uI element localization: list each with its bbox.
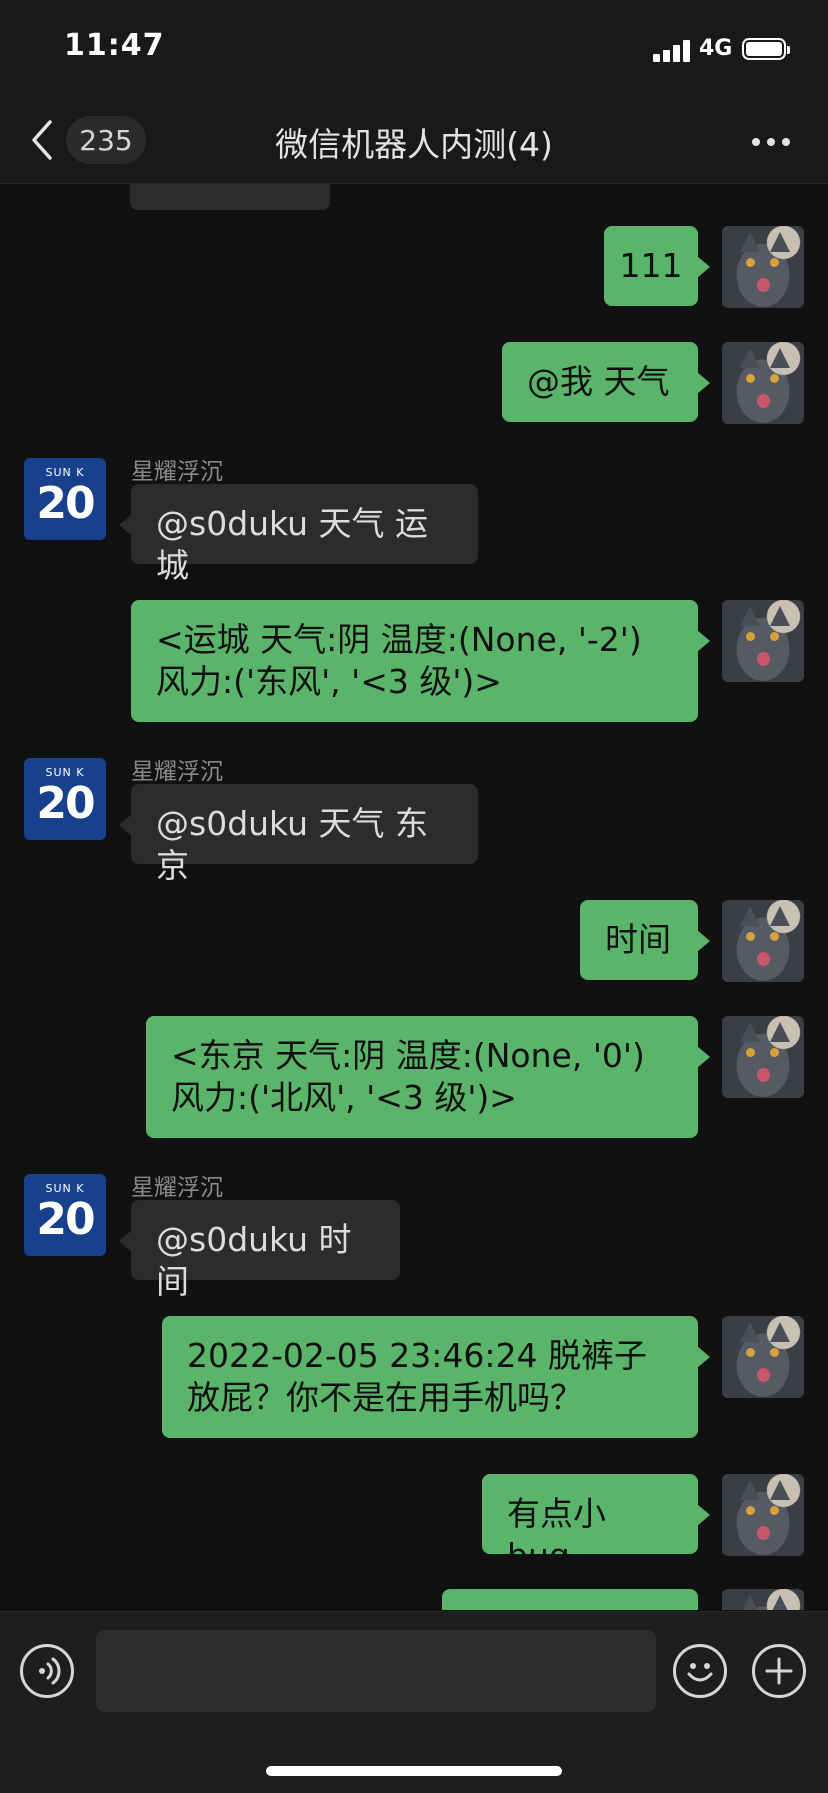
message-list[interactable]: 111 @我 天气 SUN K 20 星耀浮沉 @s0duku 天气 运城 <运… (0, 184, 828, 1610)
input-bar (0, 1611, 828, 1793)
my-avatar[interactable] (722, 1316, 804, 1398)
contact-avatar[interactable]: SUN K 20 (24, 458, 106, 540)
my-avatar[interactable] (722, 1474, 804, 1556)
chat-title: 微信机器人内测(4) (275, 125, 553, 164)
message-bubble-partial (442, 1589, 698, 1610)
unread-count-badge[interactable]: 235 (66, 116, 146, 164)
message-bubble-mine[interactable]: @我 天气 (502, 342, 710, 422)
message-bubble-mine[interactable]: 时间 (580, 900, 710, 980)
message-bubble-mine[interactable]: 111 (604, 226, 710, 306)
voice-icon[interactable] (20, 1644, 74, 1698)
more-dots-icon[interactable] (748, 126, 794, 156)
message-bubble-mine[interactable]: <运城 天气:阴 温度:(None, '-2') 风力:('东风', '<3 级… (131, 600, 710, 722)
message-bubble-other[interactable]: @s0duku 时间 (119, 1200, 400, 1301)
my-avatar[interactable] (722, 342, 804, 424)
message-bubble-mine[interactable]: <东京 天气:阴 温度:(None, '0') 风力:('北风', '<3 级'… (146, 1016, 710, 1138)
battery-icon (742, 38, 790, 60)
my-avatar[interactable] (722, 226, 804, 308)
message-bubble-mine[interactable]: 有点小 bug (482, 1474, 710, 1575)
my-avatar[interactable] (722, 900, 804, 982)
network-type: 4G (699, 36, 733, 61)
sender-name: 星耀浮沉 (131, 1175, 223, 1201)
sender-name: 星耀浮沉 (131, 459, 223, 485)
message-input[interactable] (96, 1630, 656, 1712)
message-bubble-other[interactable]: @s0duku 天气 运城 (119, 484, 478, 585)
sender-name: 星耀浮沉 (131, 759, 223, 785)
signal-icon (653, 40, 691, 62)
message-bubble-other[interactable]: @s0duku 天气 东京 (119, 784, 478, 885)
status-time: 11:47 (64, 28, 165, 63)
contact-avatar[interactable]: SUN K 20 (24, 1174, 106, 1256)
message-bubble-partial (130, 184, 330, 210)
my-avatar[interactable] (722, 1016, 804, 1098)
emoji-icon[interactable] (673, 1644, 727, 1698)
my-avatar (722, 1589, 804, 1610)
message-bubble-mine[interactable]: 2022-02-05 23:46:24 脱裤子放屁？你不是在用手机吗？ (162, 1316, 710, 1438)
my-avatar[interactable] (722, 600, 804, 682)
home-indicator (266, 1766, 562, 1776)
top-bar: 11:47 4G 235 微信机器人内测(4) (0, 0, 828, 184)
chevron-left-icon[interactable] (28, 118, 58, 162)
contact-avatar[interactable]: SUN K 20 (24, 758, 106, 840)
plus-icon[interactable] (752, 1644, 806, 1698)
